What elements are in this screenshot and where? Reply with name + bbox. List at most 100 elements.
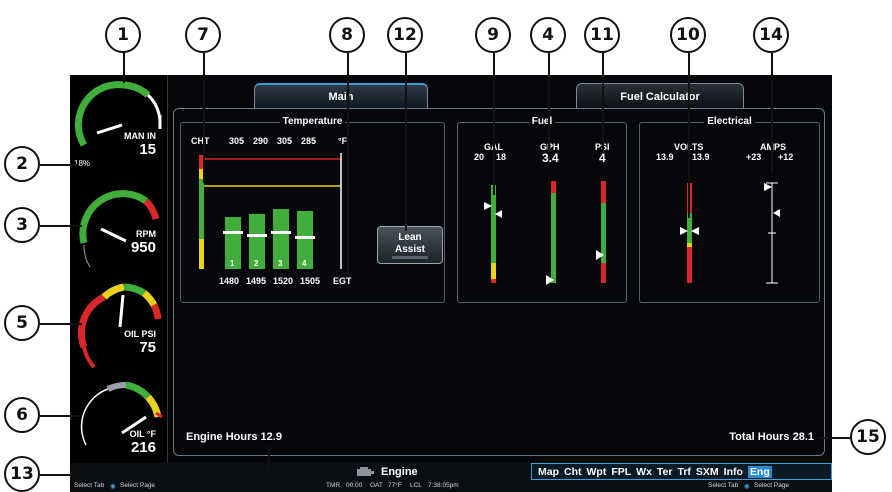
status-select-page-right: Select Page (754, 482, 790, 489)
callout-7: 7 (185, 17, 221, 53)
egt-value-3: 1520 (273, 276, 294, 286)
rpm-value: 950 (130, 239, 156, 256)
engine-page: Main Fuel Calculator Temperature CHT 305… (167, 75, 832, 463)
fuel-qty-left-pointer (484, 202, 492, 210)
callout-5: 5 (4, 305, 40, 341)
fuel-flow-redline (551, 181, 556, 193)
callout-leader (40, 164, 78, 166)
callout-leader (40, 415, 82, 417)
nav-chart[interactable]: Cht (564, 466, 582, 478)
engine-hours: Engine Hours 12.9 (186, 431, 282, 443)
callout-9: 9 (475, 17, 511, 53)
oat-value: 77°F (388, 482, 402, 489)
callout-leader (40, 323, 82, 325)
callout-leader (347, 53, 349, 275)
main-tab-content: Temperature CHT 305 290 305 285 °F 1 2 3… (173, 108, 825, 456)
oil-psi-value: 75 (139, 339, 156, 356)
callout-leader (548, 53, 550, 151)
lean-assist-label-1: Lean (398, 232, 422, 243)
nav-engine[interactable]: Eng (747, 465, 772, 478)
nav-traffic[interactable]: Trf (677, 466, 690, 478)
callout-6: 6 (4, 397, 40, 433)
callout-8: 8 (329, 17, 365, 53)
oil-pressure-gauge: OIL PSI 75 (70, 275, 166, 373)
callout-leader (203, 53, 205, 183)
callout-11: 11 (584, 17, 620, 53)
knob-icon: ◉ (744, 483, 750, 490)
fuel-pressure-low-red (601, 263, 606, 283)
callout-leader (493, 53, 495, 195)
page-title: Engine (355, 463, 418, 480)
nav-waypoint[interactable]: Wpt (587, 466, 607, 478)
callout-leader (602, 53, 604, 153)
oil-temp-value: 216 (130, 439, 156, 456)
callout-13: 13 (4, 456, 40, 492)
callout-leader (123, 53, 125, 83)
callout-12: 12 (387, 17, 423, 53)
callout-leader (40, 474, 270, 476)
status-select-tab-right: Select Tab (708, 482, 739, 489)
callout-14: 14 (753, 17, 789, 53)
egt-value-4: 1505 (300, 276, 321, 286)
oil-temp-label: OIL °F (129, 429, 156, 439)
lean-assist-indicator (392, 256, 428, 259)
status-select-page-left: Select Page (120, 482, 156, 489)
callout-10: 10 (670, 17, 706, 53)
volts-pointer-2 (691, 227, 699, 235)
manifold-pressure-gauge: MAN IN 15 18% (70, 75, 166, 173)
callout-leader (40, 225, 82, 227)
volts-pointer-1 (680, 227, 688, 235)
total-hours: Total Hours 28.1 (729, 431, 814, 443)
callout-leader (771, 53, 773, 173)
nav-weather[interactable]: Wx (636, 466, 652, 478)
lean-assist-label-2: Assist (394, 244, 425, 255)
callout-4: 4 (530, 17, 566, 53)
rpm-label: RPM (136, 229, 156, 239)
tmr-value: 00:00 (346, 482, 363, 489)
knob-icon: ◉ (110, 483, 116, 490)
egt-value-2: 1495 (246, 276, 267, 286)
volts-bar-yellow (687, 243, 692, 247)
nav-info[interactable]: Info (724, 466, 743, 478)
nav-flight-plan[interactable]: FPL (611, 466, 631, 478)
amps-pointer-2 (773, 209, 780, 217)
rpm-gauge: RPM 950 (70, 175, 166, 273)
bottom-bar: Engine Map Cht Wpt FPL Wx Ter Trf SXM In… (70, 463, 832, 492)
callout-2: 2 (4, 146, 40, 182)
fuel-flow-bar (551, 181, 556, 283)
electrical-group: Electrical VOLTS 13.9 13.9 AMPS +23 +12 (639, 116, 820, 303)
cylinder-label-4: 4 (302, 259, 307, 268)
status-select-tab-left: Select Tab (74, 482, 105, 489)
page-navigation: Map Cht Wpt FPL Wx Ter Trf SXM Info Eng (531, 463, 832, 480)
cylinder-label-2: 2 (254, 259, 259, 268)
lcl-value: 7:38:05pm (428, 482, 459, 489)
page-title-text: Engine (381, 465, 418, 478)
callout-leader (268, 446, 270, 476)
electrical-bar-graphs (680, 182, 780, 284)
cht-marker-2 (247, 234, 267, 237)
lean-assist-button[interactable]: Lean Assist (377, 226, 443, 264)
egt-label: EGT (333, 276, 352, 286)
cht-marker-1 (223, 231, 243, 234)
callout-3: 3 (4, 207, 40, 243)
nav-map[interactable]: Map (538, 466, 559, 478)
fuel-pressure-high-red (601, 181, 606, 203)
nav-terrain[interactable]: Ter (657, 466, 673, 478)
egt-value-1: 1480 (219, 276, 240, 286)
oil-temp-gauge: OIL °F 216 (70, 371, 166, 469)
fuel-qty-right-pointer (495, 210, 502, 218)
callout-15: 15 (850, 419, 886, 455)
tab-main[interactable]: Main (254, 83, 428, 109)
man-in-value: 15 (139, 141, 156, 158)
nav-sxm[interactable]: SXM (696, 466, 719, 478)
callout-leader (688, 53, 690, 218)
mfd-screen: MAN IN 15 18% RPM 950 OIL PSI 75 OIL °F … (70, 75, 832, 492)
engine-gauge-strip: MAN IN 15 18% RPM 950 OIL PSI 75 OIL °F … (70, 75, 166, 463)
oat-label: OAT (370, 482, 383, 489)
cht-marker-4 (295, 236, 315, 239)
callout-leader (405, 53, 407, 231)
fuel-qty-caution (491, 263, 496, 279)
cht-marker-3 (271, 231, 291, 234)
man-in-label: MAN IN (124, 131, 156, 141)
engine-icon (357, 466, 374, 476)
